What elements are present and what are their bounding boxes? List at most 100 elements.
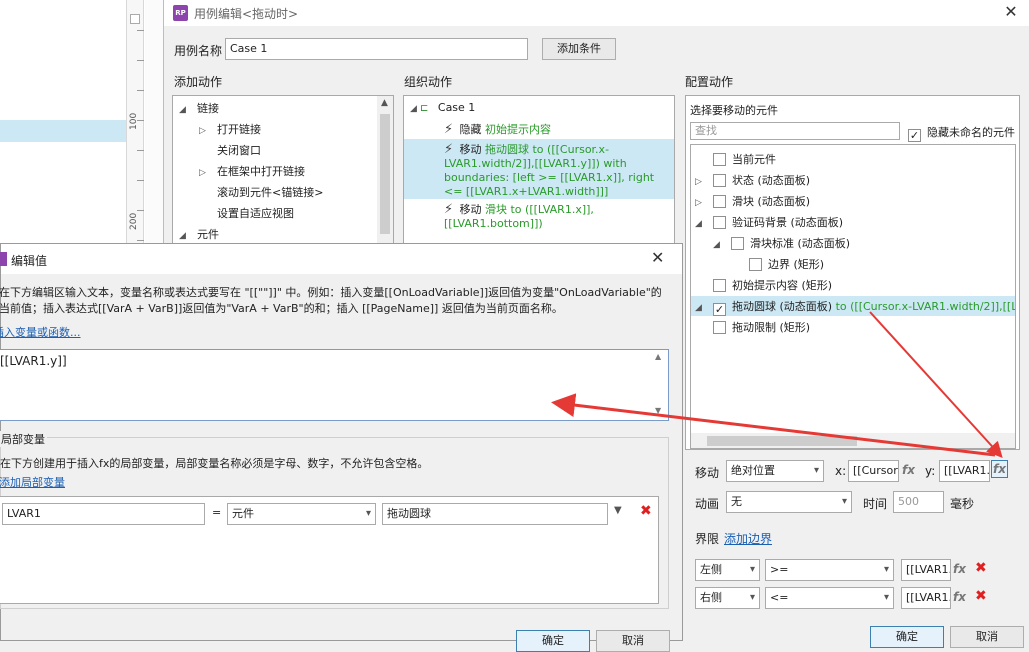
scrollbar[interactable]: ▲ ▼ (652, 350, 668, 420)
y-value-input[interactable]: [[LVAR1. (939, 460, 990, 482)
widget-tree-item[interactable]: 边界 (矩形) (731, 256, 824, 272)
add-action-label: 滚动到元件<锚链接> (217, 186, 324, 199)
widget-tree-item[interactable]: ◢ 验证码背景 (动态面板) (695, 214, 843, 230)
widget-tree-item[interactable]: ▷ 状态 (动态面板) (695, 172, 810, 188)
add-action-item[interactable]: ◢ 元件 (179, 226, 219, 242)
scrollbar[interactable]: ▲ (377, 96, 393, 244)
widget-tree: 当前元件 ▷ 状态 (动态面板) ▷ 滑块 (动态面板) ◢ 验证码背景 (动态面板) ◢ 滑块… (690, 144, 1016, 449)
action-item[interactable]: ⚡ 隐藏 初始提示内容 (444, 121, 551, 137)
move-type-select[interactable]: 绝对位置 (726, 460, 824, 482)
equals-sign: = (212, 506, 222, 519)
delete-bound-icon[interactable]: ✖ (975, 588, 987, 604)
value-editor[interactable]: [[LVAR1.y]] ▲ ▼ (0, 349, 669, 421)
expander-icon[interactable]: ◢ (179, 231, 189, 241)
widget-tree-item[interactable]: 拖动限制 (矩形) (695, 319, 810, 335)
organize-actions-header: 组织动作 (404, 75, 453, 89)
expander-icon[interactable]: ◢ (713, 240, 723, 250)
close-icon[interactable]: ✕ (651, 248, 664, 267)
widget-tree-item[interactable]: ◢ ✓ 拖动圆球 (动态面板) to ([[Cursor.x-LVAR1.width… (695, 298, 1015, 316)
expander-icon[interactable]: ◢ (179, 105, 189, 115)
expander-icon[interactable]: ◢ (695, 303, 705, 313)
widget-checkbox[interactable] (713, 153, 726, 166)
widget-checkbox[interactable] (713, 321, 726, 334)
add-action-item[interactable]: ▷ 打开链接 (199, 121, 261, 137)
dialog-title: 用例编辑<拖动时> (194, 7, 299, 21)
bound-value-input[interactable]: [[LVAR1. (901, 587, 951, 609)
add-condition-button[interactable]: 添加条件 (542, 38, 616, 60)
widget-checkbox[interactable] (713, 279, 726, 292)
delete-variable-icon[interactable]: ✖ (640, 503, 652, 519)
insert-variable-link[interactable]: 插入变量或函数... (0, 324, 81, 340)
expander-icon[interactable]: ▷ (695, 198, 705, 208)
variable-name-input[interactable]: LVAR1 (2, 503, 205, 525)
widget-tree-item[interactable]: ▷ 滑块 (动态面板) (695, 193, 810, 209)
dialog-titlebar: 编辑值 ✕ (0, 244, 682, 274)
expander-icon[interactable]: ▷ (199, 168, 209, 178)
expander-icon[interactable]: ▷ (695, 177, 705, 187)
local-variables-help: 在下方创建用于插入fx的局部变量，局部变量名称必须是字母、数字，不允许包含空格。 (0, 457, 429, 470)
add-action-label: 设置自适应视图 (217, 207, 294, 220)
cancel-button[interactable]: 取消 (596, 630, 670, 652)
chevron-down-icon[interactable]: ▼ (614, 505, 622, 516)
widget-tree-item[interactable]: 当前元件 (695, 151, 776, 167)
add-action-item[interactable]: 设置自适应视图 (199, 205, 294, 221)
action-item-selected[interactable]: ⚡ 移动 拖动圆球 to ([[Cursor.x-LVAR1.width/2]]… (444, 143, 669, 199)
animate-select[interactable]: 无 (726, 491, 852, 513)
widget-tree-item[interactable]: ◢ 滑块标准 (动态面板) (713, 235, 850, 251)
variable-type-select[interactable]: 元件 (227, 503, 376, 525)
x-fx-button[interactable]: fx (902, 463, 915, 477)
case-name-input[interactable]: Case 1 (225, 38, 528, 60)
add-action-item[interactable]: 滚动到元件<锚链接> (199, 184, 323, 200)
lightning-icon: ⚡ (444, 142, 454, 157)
widget-label: 滑块 (动态面板) (732, 195, 811, 208)
bound-fx-button[interactable]: fx (953, 590, 966, 604)
dialog-titlebar: RP 用例编辑<拖动时> ✕ (164, 0, 1029, 26)
add-action-item[interactable]: ◢ 链接 (179, 100, 219, 116)
y-fx-button[interactable]: fx (991, 460, 1008, 478)
widget-checkbox[interactable] (713, 216, 726, 229)
case-icon: ⊏ (420, 103, 429, 114)
bound-fx-button[interactable]: fx (953, 562, 966, 576)
local-variables-list: LVAR1 = 元件 拖动圆球 ▼ ✖ (0, 496, 659, 604)
y-label: y: (925, 464, 936, 478)
ok-button[interactable]: 确定 (870, 626, 944, 648)
widget-checkbox[interactable] (713, 195, 726, 208)
bound-side-select[interactable]: 右侧 (695, 587, 760, 609)
add-action-item[interactable]: 关闭窗口 (199, 142, 261, 158)
widget-checkbox[interactable] (731, 237, 744, 250)
widget-checkbox[interactable] (749, 258, 762, 271)
organize-actions-tree: ◢ ⊏ Case 1 ⚡ 隐藏 初始提示内容 ⚡ 移动 拖动圆球 to ([[Cu… (403, 95, 675, 245)
add-local-variable-link[interactable]: 添加局部变量 (0, 474, 65, 490)
cancel-button[interactable]: 取消 (950, 626, 1024, 648)
expander-icon[interactable]: ▷ (199, 126, 209, 136)
time-input[interactable]: 500 (893, 491, 944, 513)
axure-rp-icon (0, 252, 7, 266)
delete-bound-icon[interactable]: ✖ (975, 560, 987, 576)
variable-target-input[interactable]: 拖动圆球 (382, 503, 608, 525)
case-node[interactable]: ◢ ⊏ Case 1 (410, 101, 475, 114)
editor-text[interactable]: [[LVAR1.y]] (0, 354, 67, 368)
widget-search-input[interactable]: 查找 (690, 122, 900, 140)
bound-operator-select[interactable]: >= (765, 559, 894, 581)
add-bounds-link[interactable]: 添加边界 (724, 530, 772, 547)
expander-icon[interactable]: ◢ (695, 219, 705, 229)
widget-checkbox[interactable]: ✓ (713, 303, 726, 316)
widget-label: 验证码背景 (动态面板) (732, 216, 844, 229)
widget-label: 边界 (矩形) (768, 258, 825, 271)
horizontal-scrollbar[interactable] (691, 433, 1015, 448)
close-icon[interactable]: ✕ (996, 1, 1026, 23)
action-item[interactable]: ⚡ 移动 滑块 to ([[LVAR1.x]], [[LVAR1.bottom]… (444, 203, 669, 231)
dialog-title: 编辑值 (11, 254, 48, 268)
bound-side-select[interactable]: 左侧 (695, 559, 760, 581)
add-action-label: 关闭窗口 (217, 144, 261, 157)
widget-tree-item[interactable]: 初始提示内容 (矩形) (695, 277, 832, 293)
hide-unnamed-checkbox[interactable]: ✓ 隐藏未命名的元件 (908, 124, 1015, 142)
add-action-label: 打开链接 (217, 123, 261, 136)
add-action-item[interactable]: ▷ 在框架中打开链接 (199, 163, 305, 179)
ok-button[interactable]: 确定 (516, 630, 590, 652)
bound-operator-select[interactable]: <= (765, 587, 894, 609)
bound-value-input[interactable]: [[LVAR1. (901, 559, 951, 581)
add-action-tree: ◢ 链接 ▷ 打开链接关闭窗口 ▷ 在框架中打开链接滚动到元件<锚链接> 设置自适应视图 ◢ 元… (172, 95, 394, 245)
x-value-input[interactable]: [[Cursor (848, 460, 899, 482)
widget-checkbox[interactable] (713, 174, 726, 187)
